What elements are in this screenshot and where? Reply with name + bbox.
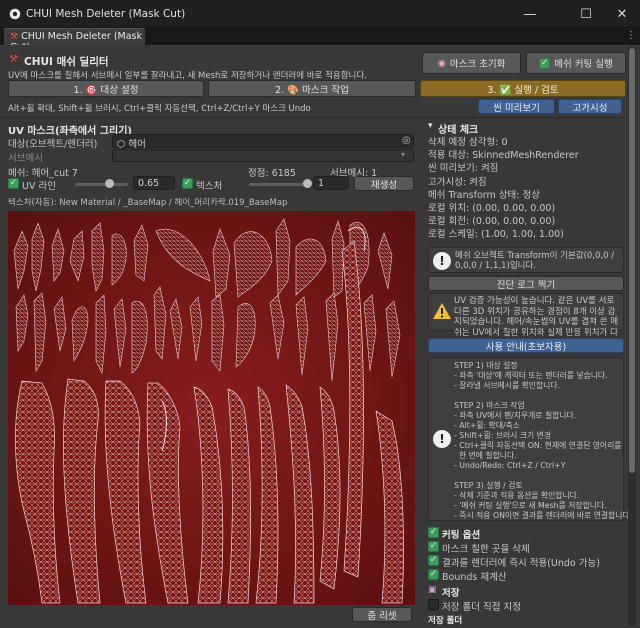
texture-slider[interactable] [249,183,307,186]
status-line: 로컬 스케일: (1.00, 1.00, 1.00) [428,229,564,241]
zoom-reset-button[interactable]: 줌 리셋 [352,607,412,622]
object-picker-icon[interactable]: ◎ [402,135,411,146]
info-text: 메쉬 오브젝트 Transform이 기본값(0,0,0 / 0,0,0 / 1… [455,251,615,271]
minimize-button[interactable]: — [508,0,552,28]
uv-line-slider[interactable] [75,183,128,186]
texture-checkbox[interactable]: ✓ [182,178,193,189]
uv-wireframe [8,211,415,605]
mask-reset-label: 마스크 초기화 [449,59,506,70]
status-line: 씬 미리보기: 켜짐 [428,163,499,175]
step-3-button[interactable]: 3. ✅ 실행 / 검토 [420,80,626,97]
guide-line: - 잘라낼 서브메시를 확인합니다. [454,381,560,390]
guide-line: - 좌측 '대상'에 캐릭터 또는 렌더러를 넣습니다. [454,371,608,380]
divider [0,117,628,118]
mesh-cut-run-button[interactable]: ✓ 메쉬 커팅 실행 [526,52,626,74]
guide-line: - 삭제 기준과 적용 옵션을 확인합니다. [454,491,580,500]
guide-line: STEP 1) 대상 설정 [454,361,518,370]
header-title: CHUI 매쉬 딜리터 [24,56,109,68]
status-line: 적용 대상: SkinnedMeshRenderer [428,150,579,162]
guide-box: ! STEP 1) 대상 설정 - 좌측 '대상'에 캐릭터 또는 렌더러를 넣습… [428,357,633,521]
guide-line [454,471,622,481]
shortcut-hint: Alt+휠 확대, Shift+휠 브러시, Ctrl+클릭 자동선택, Ctr… [8,104,311,114]
regenerate-button[interactable]: 재생성 [354,176,414,191]
save-icon: ▣ [428,585,437,595]
vertex-count: 정점: 6185 [248,168,296,179]
guide-line [454,391,622,401]
guide-line: 한 번에 칠합니다. [454,451,517,460]
texture-value[interactable]: 1 [313,176,349,190]
submesh-dropdown[interactable]: ▾ [112,149,414,162]
guide-line: - 좌측 UV에서 펜/지우개로 칠합니다. [454,411,577,420]
save-title: 저장 [442,588,460,599]
status-line: 로컬 위치: (0.00, 0.00, 0.00) [428,203,556,215]
status-title: 상태 체크 [438,125,479,136]
uv-line-slider-knob[interactable] [104,179,114,188]
cut-options-title: 커팅 옵션 [442,530,481,541]
unity-app-icon [9,8,21,20]
tool-icon: ⚒ [10,32,19,42]
option-apply-renderer-label: 결과를 렌더러에 즉시 적용(Undo 가능) [442,558,600,569]
uv-mask-canvas[interactable] [8,211,415,605]
warning-box: UV 검증 가능성이 높습니다. 같은 UV를 서로 다른 3D 위치가 공유하… [428,293,624,348]
guide-line: STEP 2) 마스크 작업 [454,401,525,410]
uv-line-label: UV 라인 [22,181,56,192]
scene-preview-toggle[interactable]: 씬 미리보기 [478,99,555,114]
info-icon: ! [433,252,451,270]
target-label: 대상(오브젝트/렌더러) [8,139,98,150]
step-1-button[interactable]: 1. 🎯 대상 설정 [8,80,204,97]
status-line: 로컬 회전: (0.00, 0.00, 0.00) [428,216,556,228]
option-recalc-bounds-checkbox[interactable]: ✓ [428,569,439,580]
target-object-field[interactable]: ⬡ 헤어 [112,134,414,150]
step-2-button[interactable]: 2. 🎨 마스크 작업 [208,80,416,97]
check-icon: ✓ [539,57,551,69]
guide-line: STEP 3) 실행 / 검토 [454,481,523,490]
eraser-icon: ◉ [437,57,446,69]
window-title: CHUI Mesh Deleter (Mask Cut) [26,8,186,20]
mask-reset-button[interactable]: ◉ 마스크 초기화 [422,52,521,74]
status-line: 삭제 예정 삼각형: 0 [428,137,508,148]
uv-line-checkbox[interactable]: ✓ [8,178,19,189]
guide-text: STEP 1) 대상 설정 - 좌측 '대상'에 캐릭터 또는 렌더러를 넣습니다… [454,361,633,521]
mesh-cut-label: 메쉬 커팅 실행 [554,59,613,70]
save-folder-option: 저장 폴더 직접 지정 [442,602,521,613]
usage-guide-button[interactable]: 사용 안내(초보자용) [428,338,624,353]
tab-menu-icon[interactable]: ⋮ [626,30,636,42]
chevron-down-icon: ▾ [401,150,406,159]
guide-line: - 즉시 적용 ON이면 결과를 렌더러에 바로 연결합니다. [454,511,633,520]
status-line: 메쉬 Transform 상태: 정상 [428,189,540,201]
title-bar: CHUI Mesh Deleter (Mask Cut) — ☐ ✕ [0,0,640,28]
info-box: ! 메쉬 오브젝트 Transform이 기본값(0,0,0 / 0,0,0 /… [428,247,624,273]
guide-line: - Ctrl+클릭 자동선택 ON: 현재에 연결된 영어리를 [454,441,622,450]
texture-path: 텍스처(자동): New Material / _BaseMap / 헤어_머리… [8,198,288,208]
uv-line-value[interactable]: 0.65 [133,176,175,190]
scrollbar-thumb[interactable] [629,48,635,473]
guide-line: - '메쉬 커팅 실행'으로 새 Mesh를 저장합니다. [454,501,607,510]
guide-line: - Undo/Redo: Ctrl+Z / Ctrl+Y [454,461,566,470]
option-recalc-bounds-label: Bounds 재계산 [442,572,507,583]
option-delete-masked-checkbox[interactable]: ✓ [428,541,439,552]
cut-options-checkbox[interactable]: ✓ [428,527,439,538]
texture-label: 텍스처 [196,181,223,192]
hammer-icon: ⚒ [9,54,18,65]
high-visibility-toggle[interactable]: 고가시성 [558,99,622,114]
help-icon: ! [433,430,451,448]
diagnostic-log-button[interactable]: 진단 로그 찍기 [428,276,624,291]
status-line: 고가시성: 켜짐 [428,176,487,188]
guide-line: - Shift+휠: 브러시 크기 변경 [454,431,551,440]
submesh-label: 서브메시 [8,153,43,164]
status-list: 삭제 예정 삼각형: 0 적용 대상: SkinnedMeshRenderer 씬 … [428,136,624,242]
editor-tab[interactable]: ⚒ CHUI Mesh Deleter (Mask Cut) [4,28,145,53]
warning-icon [433,303,451,319]
option-delete-masked-label: 마스크 칠한 곳을 삭제 [442,544,530,555]
guide-line: - Alt+휠: 확대/축소 [454,421,520,430]
foldout-arrow-icon[interactable]: ▾ [428,121,433,131]
texture-slider-knob[interactable] [302,179,312,188]
save-folder-checkbox[interactable] [428,599,439,610]
close-button[interactable]: ✕ [600,0,640,28]
mesh-info: 메쉬: 헤어_cut 7 [8,168,78,179]
save-folder-label: 저장 폴더 [428,616,463,626]
option-apply-renderer-checkbox[interactable]: ✓ [428,555,439,566]
